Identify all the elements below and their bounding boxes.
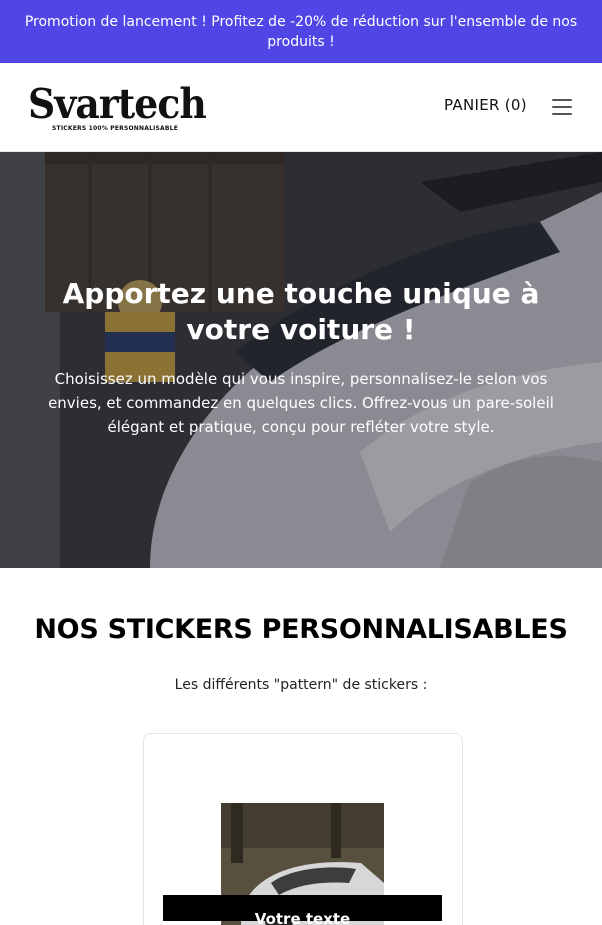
hero-overlay bbox=[0, 152, 602, 568]
promo-banner: Promotion de lancement ! Profitez de -20… bbox=[0, 0, 602, 63]
section-subtitle: Les différents "pattern" de stickers : bbox=[174, 677, 428, 693]
promo-text: Promotion de lancement ! Profitez de -20… bbox=[24, 13, 578, 50]
hamburger-menu-icon[interactable] bbox=[552, 99, 572, 115]
logo-tagline: STICKERS 100% PERSONNALISABLE bbox=[52, 125, 178, 132]
preview-text: Votre texte bbox=[254, 910, 351, 925]
hero-title: Apportez une touche unique à votre voitu… bbox=[62, 277, 540, 346]
logo-wordmark: Svartech bbox=[28, 80, 207, 128]
site-header: Svartech STICKERS 100% PERSONNALISABLE P… bbox=[0, 63, 602, 152]
hero-banner bbox=[0, 152, 602, 568]
section-title: NOS STICKERS PERSONNALISABLES bbox=[34, 614, 568, 645]
cart-link[interactable]: PANIER (0) bbox=[444, 96, 527, 114]
site-logo[interactable]: Svartech STICKERS 100% PERSONNALISABLE bbox=[28, 81, 207, 137]
hero-description: Choisissez un modèle qui vous inspire, p… bbox=[48, 370, 554, 436]
